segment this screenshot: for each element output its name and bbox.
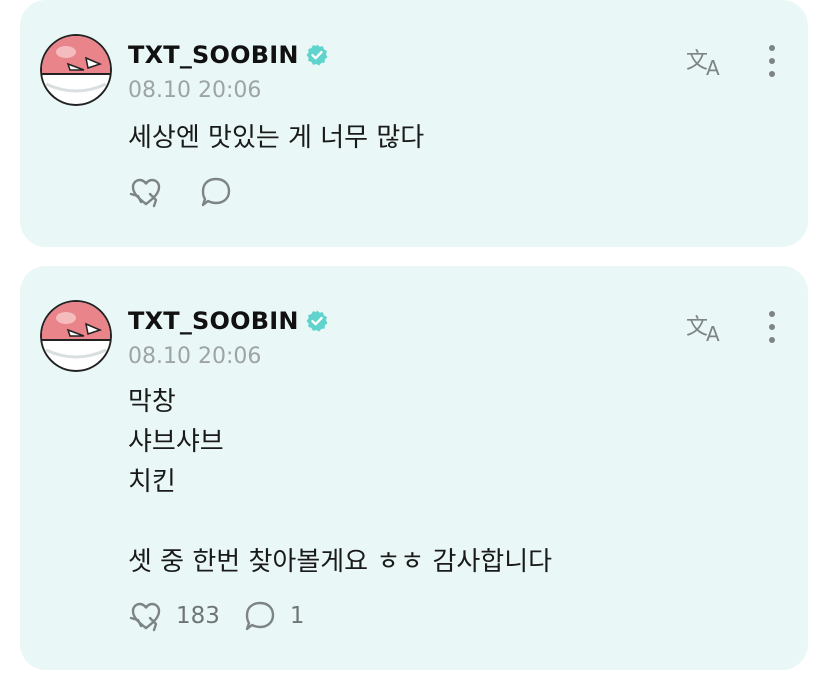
post-card[interactable]: TXT_SOOBIN 08.10 20:06 막창 샤브샤브 치킨 셋 중 한번… bbox=[20, 266, 808, 670]
post-time: 08.10 20:06 bbox=[128, 78, 262, 103]
post-card[interactable]: TXT_SOOBIN 08.10 20:06 세상엔 맛있는 게 너무 많다 文… bbox=[20, 0, 808, 247]
author-name[interactable]: TXT_SOOBIN bbox=[128, 307, 299, 335]
avatar[interactable] bbox=[40, 300, 112, 372]
post-time: 08.10 20:06 bbox=[128, 344, 262, 369]
post-text: 막창 샤브샤브 치킨 셋 중 한번 찾아볼게요 ㅎㅎ 감사합니다 bbox=[128, 387, 553, 577]
more-vertical-icon[interactable] bbox=[760, 308, 784, 348]
comment-bubble-icon bbox=[198, 174, 234, 210]
translate-icon[interactable]: 文 A bbox=[684, 44, 728, 78]
like-count: 183 bbox=[176, 603, 220, 629]
like-button[interactable] bbox=[128, 174, 176, 210]
avatar[interactable] bbox=[40, 34, 112, 106]
svg-text:A: A bbox=[706, 322, 720, 344]
author-row: TXT_SOOBIN bbox=[128, 40, 329, 70]
svg-text:文: 文 bbox=[686, 315, 708, 340]
hug-heart-icon bbox=[128, 174, 164, 210]
post-text: 세상엔 맛있는 게 너무 많다 bbox=[128, 123, 425, 153]
post-actions bbox=[128, 174, 268, 210]
verified-badge-icon bbox=[305, 43, 329, 67]
comment-button[interactable] bbox=[198, 174, 246, 210]
like-button[interactable]: 183 bbox=[128, 598, 220, 634]
verified-badge-icon bbox=[305, 309, 329, 333]
comment-button[interactable]: 1 bbox=[242, 598, 305, 634]
author-row: TXT_SOOBIN bbox=[128, 306, 329, 336]
post-actions: 183 1 bbox=[128, 598, 327, 634]
svg-text:文: 文 bbox=[686, 49, 708, 74]
svg-text:A: A bbox=[706, 56, 720, 78]
comment-count: 1 bbox=[289, 603, 305, 629]
comment-bubble-icon bbox=[242, 598, 278, 634]
author-name[interactable]: TXT_SOOBIN bbox=[128, 41, 299, 69]
hug-heart-icon bbox=[128, 598, 164, 634]
translate-icon[interactable]: 文 A bbox=[684, 310, 728, 344]
more-vertical-icon[interactable] bbox=[760, 42, 784, 82]
